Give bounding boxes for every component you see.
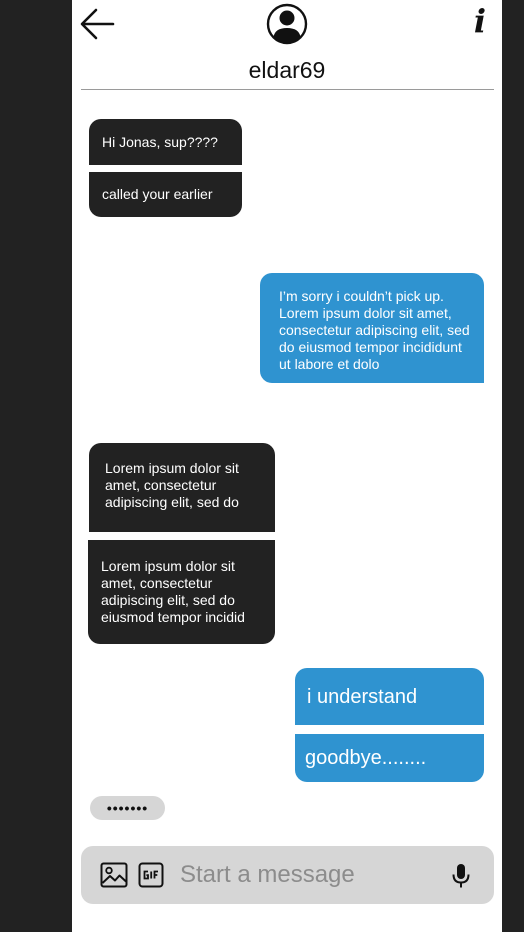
- message-text: i understand: [307, 685, 418, 708]
- message-bubble-outgoing[interactable]: i understand: [295, 668, 484, 725]
- microphone-icon[interactable]: [451, 863, 471, 889]
- gif-icon[interactable]: [138, 862, 164, 888]
- message-bubble-incoming[interactable]: Lorem ipsum dolor sit amet, consectetur …: [88, 540, 275, 644]
- message-bubble-outgoing[interactable]: I’m sorry i couldn’t pick up. Lorem ipsu…: [260, 273, 484, 383]
- message-input[interactable]: [180, 857, 430, 893]
- arrow-left-icon[interactable]: [78, 6, 116, 42]
- message-bubble-incoming[interactable]: Hi Jonas, sup????: [89, 119, 242, 165]
- message-bubble-outgoing[interactable]: goodbye........: [295, 734, 484, 782]
- message-bubble-incoming[interactable]: called your earlier: [89, 172, 242, 217]
- message-composer: [81, 846, 494, 904]
- user-circle-icon[interactable]: [266, 3, 308, 45]
- chat-username: eldar69: [248, 57, 326, 83]
- message-text: Hi Jonas, sup????: [102, 133, 218, 150]
- image-icon[interactable]: [100, 862, 128, 888]
- message-bubble-incoming[interactable]: Lorem ipsum dolor sit amet, consectetur …: [89, 443, 275, 532]
- message-text: goodbye........: [305, 747, 427, 769]
- header-divider: [81, 89, 494, 90]
- typing-indicator: •••••••: [90, 796, 165, 820]
- message-text: Lorem ipsum dolor sit amet, consectetur …: [101, 558, 245, 625]
- message-text: Lorem ipsum dolor sit amet, consectetur …: [105, 460, 239, 510]
- chat-screen: i eldar69 Hi Jonas, sup???? called your …: [72, 0, 502, 932]
- message-text: called your earlier: [102, 186, 213, 202]
- info-icon[interactable]: i: [468, 1, 492, 41]
- message-text: I’m sorry i couldn’t pick up. Lorem ipsu…: [279, 287, 470, 372]
